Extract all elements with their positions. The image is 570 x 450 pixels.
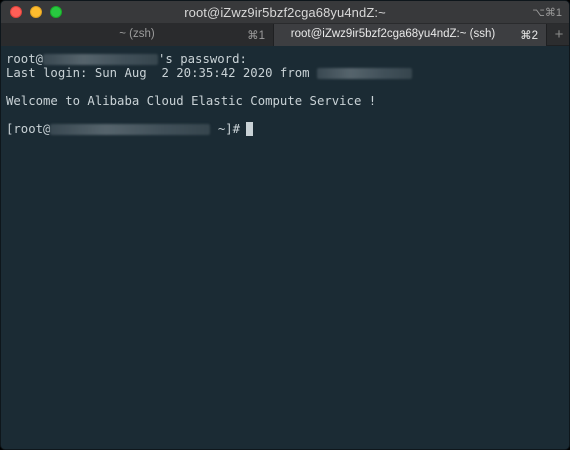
tab-shortcut: ⌘2 [520, 30, 538, 42]
terminal-window: root@iZwz9ir5bzf2cga68yu4ndZ:~ ⌥⌘1 ~ (zs… [0, 0, 570, 450]
tab-ssh[interactable]: root@iZwz9ir5bzf2cga68yu4ndZ:~ (ssh) ⌘2 [273, 24, 547, 46]
tab-shortcut: ⌘1 [247, 30, 265, 42]
last-login-text: Last login: Sun Aug 2 20:35:42 2020 from [6, 66, 317, 80]
window-title: root@iZwz9ir5bzf2cga68yu4ndZ:~ [184, 5, 386, 20]
tab-label: root@iZwz9ir5bzf2cga68yu4ndZ:~ (ssh) [290, 28, 496, 40]
last-login-line: Last login: Sun Aug 2 20:35:42 2020 from [6, 66, 569, 80]
tab-bar: ~ (zsh) ⌘1 root@iZwz9ir5bzf2cga68yu4ndZ:… [1, 24, 569, 46]
password-text: 's password: [158, 52, 247, 66]
user-prefix: root@ [6, 52, 44, 66]
prompt-suffix: ~]# [210, 122, 241, 136]
title-bar[interactable]: root@iZwz9ir5bzf2cga68yu4ndZ:~ ⌥⌘1 [1, 1, 569, 24]
redacted-hostname [50, 124, 211, 135]
welcome-line: Welcome to Alibaba Cloud Elastic Compute… [6, 94, 377, 108]
window-shortcut: ⌥⌘1 [532, 7, 562, 19]
tab-zsh[interactable]: ~ (zsh) ⌘1 [1, 24, 273, 46]
tab-label: ~ (zsh) [119, 28, 155, 40]
prompt-prefix: [root@ [6, 122, 51, 136]
plus-icon[interactable]: + [547, 24, 569, 46]
redacted-ip [316, 68, 412, 79]
redacted-host [43, 54, 159, 65]
shell-prompt-line: [root@ ~]# [6, 122, 569, 136]
cursor [246, 122, 254, 136]
terminal-output[interactable]: root@ 's password: Last login: Sun Aug 2 … [1, 47, 569, 449]
password-prompt-line: root@ 's password: [6, 52, 569, 66]
